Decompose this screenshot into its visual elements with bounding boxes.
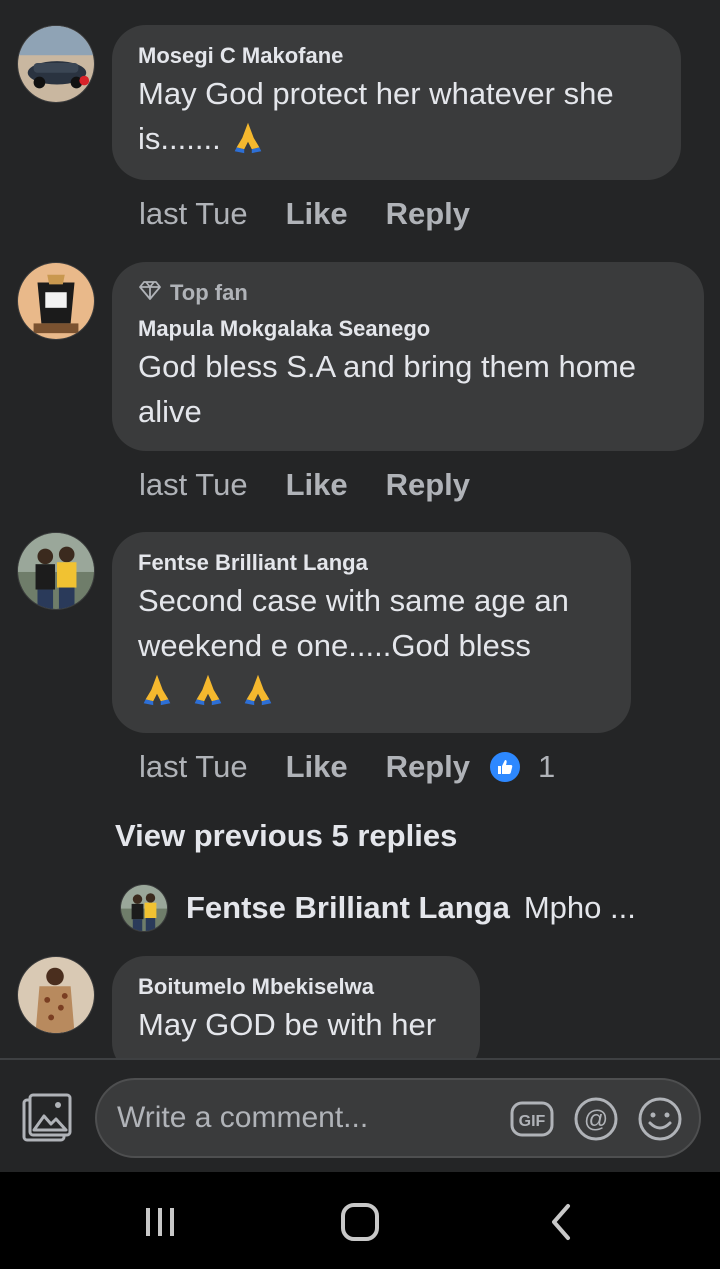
avatar-mapula[interactable] (17, 262, 95, 340)
comment-text-line: Second case with same age an (138, 583, 569, 618)
comment-text: May God protect her whatever she is.....… (138, 76, 614, 156)
reply-button[interactable]: Reply (386, 749, 470, 785)
emoji-icon[interactable] (637, 1096, 683, 1142)
comment-input[interactable] (117, 1098, 497, 1138)
praying-hands-icon (138, 669, 176, 707)
comment-text: May GOD be with her (138, 1007, 437, 1042)
like-button[interactable]: Like (286, 196, 348, 232)
avatar-fentse[interactable] (17, 532, 95, 610)
mention-icon[interactable]: @ (573, 1096, 619, 1142)
system-navigation-bar (0, 1172, 720, 1269)
comment-bubble: Fentse Brilliant Langa Second case with … (112, 532, 631, 733)
comment-actions: last Tue Like Reply (139, 196, 470, 232)
comment-input-box[interactable]: GIF @ (95, 1078, 701, 1158)
comment-text-line: alive (138, 394, 202, 429)
reply-preview[interactable]: Fentse Brilliant Langa Mpho ... (120, 884, 636, 932)
comment-bubble: Top fan Mapula Mokgalaka Seanego God ble… (112, 262, 704, 451)
like-button[interactable]: Like (286, 467, 348, 503)
like-button[interactable]: Like (286, 749, 348, 785)
thumbs-up-icon (488, 750, 523, 784)
comment-author[interactable]: Boitumelo Mbekiselwa (138, 974, 454, 1000)
photo-icon[interactable] (20, 1092, 74, 1146)
gif-icon[interactable]: GIF (509, 1096, 555, 1142)
comment-author[interactable]: Fentse Brilliant Langa (138, 550, 605, 576)
home-icon[interactable] (338, 1202, 382, 1242)
svg-text:GIF: GIF (519, 1113, 546, 1130)
reply-preview-text: Mpho ... (523, 890, 636, 925)
view-previous-replies[interactable]: View previous 5 replies (115, 818, 457, 854)
svg-text:@: @ (584, 1106, 608, 1133)
top-fan-badge: Top fan (138, 278, 678, 308)
comment-bubble: Mosegi C Makofane May God protect her wh… (112, 25, 681, 180)
comment-author[interactable]: Mosegi C Makofane (138, 43, 655, 69)
comment-text-line: God bless S.A and bring them home (138, 349, 637, 384)
comment-timestamp: last Tue (139, 196, 248, 231)
praying-hands-icon (229, 117, 267, 155)
reply-preview-author: Fentse Brilliant Langa (186, 890, 510, 925)
comment-author[interactable]: Mapula Mokgalaka Seanego (138, 316, 678, 342)
comments-page: Mosegi C Makofane May God protect her wh… (0, 0, 720, 1269)
comment-composer: GIF @ (0, 1058, 720, 1172)
comment-actions: last Tue Like Reply 1 (139, 749, 555, 785)
comment-timestamp: last Tue (139, 467, 248, 502)
reaction-count: 1 (538, 749, 556, 784)
praying-hands-icon (189, 669, 227, 707)
diamond-icon (138, 278, 162, 308)
comment-timestamp: last Tue (139, 749, 248, 784)
praying-hands-icon (239, 669, 277, 707)
avatar-mosegi[interactable] (17, 25, 95, 103)
avatar-fentse-small (120, 884, 168, 932)
comment-actions: last Tue Like Reply (139, 467, 470, 503)
reply-button[interactable]: Reply (386, 196, 470, 232)
recent-apps-icon[interactable] (138, 1202, 182, 1242)
reply-button[interactable]: Reply (386, 467, 470, 503)
avatar-boitumelo[interactable] (17, 956, 95, 1034)
back-icon[interactable] (540, 1202, 584, 1242)
comment-emoji-line (138, 668, 605, 713)
comment-text-line: weekend e one.....God bless (138, 628, 531, 663)
reaction-summary[interactable]: 1 (488, 749, 555, 785)
